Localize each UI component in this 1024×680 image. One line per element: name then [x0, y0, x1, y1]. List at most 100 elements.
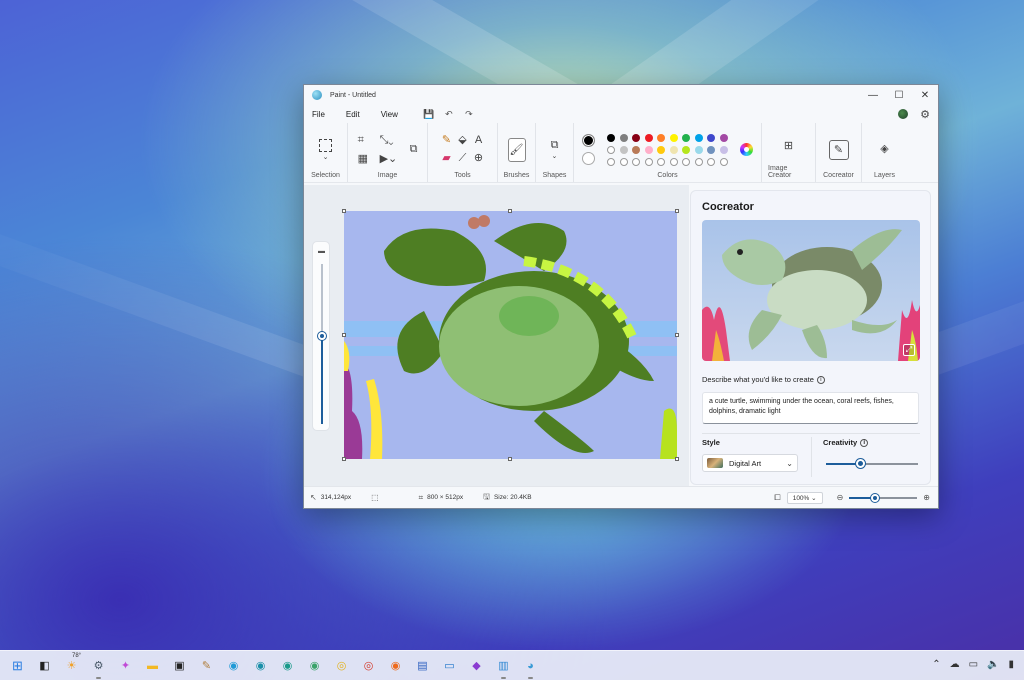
edge-dev-icon[interactable]: ◉	[278, 656, 297, 675]
chevron-up-icon[interactable]: ⌃	[932, 659, 940, 670]
color-swatch[interactable]	[682, 157, 691, 166]
primary-color[interactable]	[582, 134, 596, 147]
color-swatch[interactable]	[669, 133, 678, 142]
color-swatch[interactable]	[619, 145, 628, 154]
color-swatch[interactable]	[707, 133, 716, 142]
color-wheel-icon[interactable]	[739, 143, 753, 156]
settings-gear-icon[interactable]: ⚙	[920, 108, 930, 121]
terminal-icon[interactable]: ▣	[170, 656, 189, 675]
volume-icon[interactable]: 🔈	[987, 659, 999, 670]
battery-icon[interactable]: ▮	[1008, 659, 1014, 670]
color-swatch[interactable]	[682, 145, 691, 154]
resize-handle[interactable]	[342, 457, 346, 461]
color-swatch[interactable]	[632, 157, 641, 166]
onedrive-icon[interactable]: ☁	[950, 659, 960, 670]
selection-icon[interactable]	[319, 138, 332, 152]
style-dropdown[interactable]: Digital Art ⌄	[702, 454, 798, 472]
edge-canary-icon[interactable]: ◉	[305, 656, 324, 675]
store-icon[interactable]: ◆	[467, 656, 486, 675]
zoom-in-icon[interactable]: ⊕	[923, 493, 930, 502]
minimize-button[interactable]: —	[860, 85, 886, 105]
color-swatch[interactable]	[694, 157, 703, 166]
color-swatch[interactable]	[607, 145, 616, 154]
image-creator-icon[interactable]: ⊞	[784, 140, 793, 152]
resize-handle[interactable]	[675, 333, 679, 337]
color-swatch[interactable]	[669, 145, 678, 154]
color-swatch[interactable]	[707, 145, 716, 154]
color-swatch[interactable]	[632, 133, 641, 142]
display-icon[interactable]: ▭	[969, 659, 978, 670]
color-swatch[interactable]	[644, 133, 653, 142]
layers-icon[interactable]: ◈	[880, 144, 888, 155]
color-swatch[interactable]	[719, 157, 728, 166]
zoom-thumb[interactable]	[871, 493, 880, 502]
fit-icon[interactable]: ▬	[318, 248, 325, 255]
account-avatar[interactable]	[898, 109, 909, 119]
color-swatch[interactable]	[644, 157, 653, 166]
generated-image[interactable]: ⤢	[702, 220, 920, 361]
color-swatch[interactable]	[632, 145, 641, 154]
canvas-zoom-thumb[interactable]	[318, 332, 326, 340]
cocreator-icon[interactable]: ✎	[828, 139, 849, 160]
creativity-thumb[interactable]	[856, 459, 865, 468]
edge-beta-icon[interactable]: ◉	[251, 656, 270, 675]
color-swatch[interactable]	[619, 157, 628, 166]
color-swatch[interactable]	[669, 157, 678, 166]
zoom-slider[interactable]	[849, 493, 918, 502]
select-all-icon[interactable]: ▦	[358, 153, 380, 165]
paint-brush-icon[interactable]: ✎	[197, 656, 216, 675]
document-icon[interactable]: ▤	[413, 656, 432, 675]
zoom-out-icon[interactable]: ⊖	[837, 493, 844, 502]
fit-to-window-icon[interactable]: ⧠	[774, 493, 780, 503]
notepad-icon[interactable]: ▥	[494, 656, 513, 679]
pencil-icon[interactable]: ✎	[442, 135, 451, 146]
color-picker-icon[interactable]: ⟋	[459, 153, 467, 164]
color-swatch[interactable]	[719, 133, 728, 142]
expand-icon[interactable]: ⤢	[903, 344, 915, 356]
menu-file[interactable]: File	[312, 110, 334, 119]
color-swatch[interactable]	[619, 133, 628, 142]
color-swatch[interactable]	[707, 157, 716, 166]
settings-icon[interactable]: ⚙	[89, 656, 108, 679]
color-swatch[interactable]	[657, 145, 666, 154]
magnifier-icon[interactable]: ⊕	[474, 153, 483, 164]
resize-handle[interactable]	[675, 457, 679, 461]
weather-icon[interactable]: ☀ 78°	[62, 653, 82, 675]
resize-handle[interactable]	[342, 333, 346, 337]
start-icon[interactable]: ⊞	[8, 656, 27, 675]
resize-icon[interactable]: ⤡⌄	[380, 134, 402, 146]
maximize-button[interactable]: ☐	[886, 85, 912, 105]
save-icon[interactable]: 💾	[419, 109, 439, 120]
rotate-icon[interactable]: ▶⌄	[380, 153, 402, 165]
undo-icon[interactable]: ↶	[439, 109, 459, 120]
chevron-down-icon[interactable]: ⌄	[323, 154, 329, 161]
eraser-icon[interactable]: ▰	[442, 153, 450, 164]
firefox-icon[interactable]: ◉	[386, 656, 405, 675]
paint-icon[interactable]: ◕	[521, 656, 540, 679]
text-icon[interactable]: A	[475, 135, 482, 146]
shapes-icon[interactable]: ⧉	[551, 139, 559, 151]
brush-icon[interactable]: 🖌	[507, 137, 526, 162]
redo-icon[interactable]: ↷	[459, 109, 479, 120]
color-swatch[interactable]	[657, 157, 666, 166]
info-icon[interactable]: i	[860, 439, 869, 448]
drawing-canvas[interactable]	[344, 211, 677, 459]
chrome-icon[interactable]: ◎	[359, 656, 378, 675]
menu-edit[interactable]: Edit	[346, 110, 369, 119]
resize-handle[interactable]	[508, 209, 512, 213]
task-view-icon[interactable]: ◧	[35, 656, 54, 675]
color-swatch[interactable]	[657, 133, 666, 142]
fill-icon[interactable]: ⬙	[458, 135, 466, 146]
menu-view[interactable]: View	[381, 110, 407, 119]
color-swatch[interactable]	[694, 133, 703, 142]
edge-icon[interactable]: ◉	[224, 656, 243, 675]
background-remove-icon[interactable]: ⧉	[410, 144, 418, 155]
info-icon[interactable]: i	[816, 376, 825, 385]
resize-handle[interactable]	[342, 209, 346, 213]
canvas-zoom-slider[interactable]: ▬	[312, 241, 330, 431]
color-swatch[interactable]	[607, 133, 616, 142]
remote-desktop-icon[interactable]: ▭	[440, 656, 459, 675]
zoom-dropdown[interactable]: 100% ⌄	[786, 491, 823, 504]
color-swatch[interactable]	[682, 133, 691, 142]
file-explorer-icon[interactable]: ▬	[143, 656, 162, 675]
